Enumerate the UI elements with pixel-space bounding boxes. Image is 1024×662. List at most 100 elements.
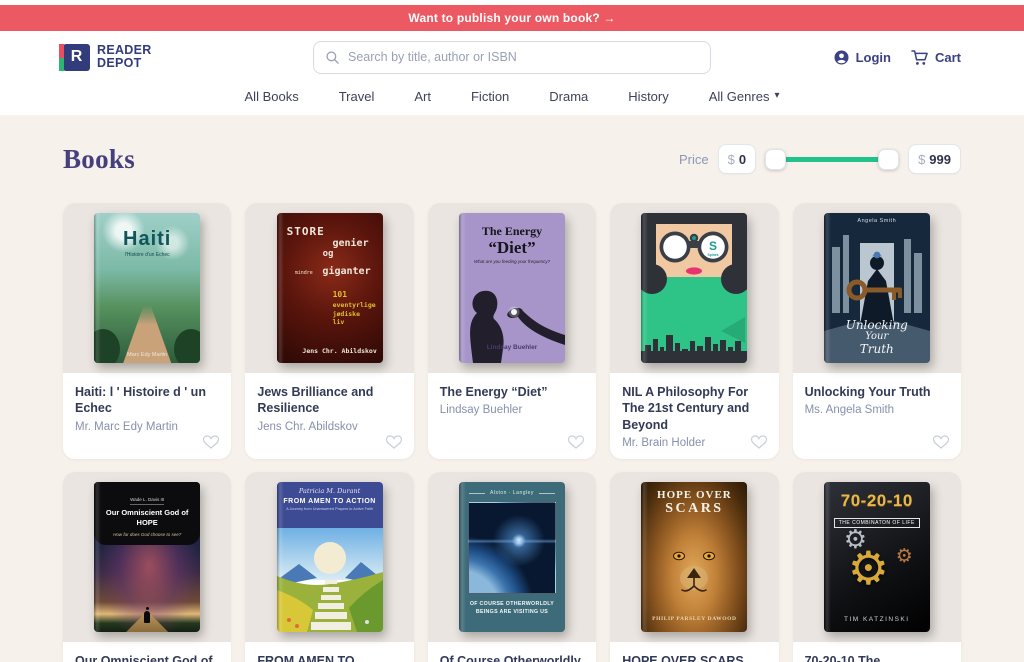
book-author: Mr. Brain Holder — [622, 437, 766, 449]
cover-title: “Diet” — [459, 239, 565, 256]
cover-author: TIM KATZINSKI — [824, 616, 930, 623]
cover-title: genier — [287, 238, 369, 249]
favorite-button[interactable] — [202, 434, 220, 450]
book-author: Jens Chr. Abildskov — [257, 421, 401, 433]
book-cover: Angela Smith Unlocking Your Truth — [824, 213, 930, 363]
nav-item-all-books[interactable]: All Books — [245, 89, 299, 104]
nav-item-drama[interactable]: Drama — [549, 89, 588, 104]
publish-banner-link[interactable]: Want to publish your own book? → — [408, 11, 615, 25]
price-max-input[interactable]: $999 — [908, 144, 961, 174]
favorite-button[interactable] — [567, 434, 585, 450]
cover-author: Wade L. Davis III — [130, 497, 164, 505]
cover-author: Jens Chr. Abildskov — [287, 347, 383, 355]
cover-author: Marc Edy Martin — [94, 352, 200, 358]
cover-subtitle: A Journey from Unanswered Prayers to Act… — [277, 507, 383, 511]
lion-face-art — [641, 526, 747, 612]
landscape-art — [277, 528, 383, 632]
nav-item-all-genres[interactable]: All Genres ▾ — [709, 89, 780, 104]
books-grid: Haiti l'Histoire d'un Echec Marc Edy Mar… — [63, 203, 961, 662]
heart-icon — [750, 434, 768, 450]
cart-button[interactable]: Cart — [911, 49, 961, 66]
book-media: S Spines — [610, 203, 778, 373]
book-title: FROM AMEN TO ACTION: A — [257, 653, 401, 662]
book-cover: The Energy “Diet” What are you feeding y… — [459, 213, 565, 363]
book-media: Angela Smith Unlocking Your Truth — [793, 203, 961, 373]
search-box[interactable] — [313, 41, 711, 74]
login-button[interactable]: Login — [833, 49, 891, 66]
book-cover: STORE genier og mindre giganter 101 even… — [277, 213, 383, 363]
cover-subtitle: What are you feeding your frequency? — [459, 259, 565, 264]
book-title: Our Omniscient God of HOPE — [75, 653, 219, 662]
favorite-button[interactable] — [385, 434, 403, 450]
heart-icon — [385, 434, 403, 450]
book-media: Patricia M. Durant FROM AMEN TO ACTION A… — [245, 472, 413, 642]
logo[interactable]: R READER DEPOT — [63, 44, 273, 71]
book-card[interactable]: 70-20-10 THE COMBINATON OF LIFE ⚙ ⚙ ⚙ TI… — [793, 472, 961, 662]
book-media: Haiti l'Histoire d'un Echec Marc Edy Mar… — [63, 203, 231, 373]
gear-icon: ⚙ — [896, 547, 913, 566]
book-card[interactable]: Angela Smith Unlocking Your Truth Unlock… — [793, 203, 961, 459]
price-slider[interactable] — [765, 149, 899, 170]
cover-title: mindre giganter — [287, 259, 371, 278]
slider-handle-min[interactable] — [765, 149, 786, 170]
book-media: HOPE OVER SCARS PHILIP PARSLEY DAWOOD — [610, 472, 778, 642]
cover-author: PHILIP PARSLEY DAWOOD — [641, 616, 747, 622]
favorite-button[interactable] — [750, 434, 768, 450]
book-cover: S Spines — [641, 213, 747, 363]
chevron-down-icon: ▾ — [774, 91, 779, 101]
binoculars-art: S Spines — [641, 213, 747, 363]
book-title: 70-20-10 The Combination — [805, 653, 949, 662]
heart-icon — [932, 434, 950, 450]
cover-author: Alston · Langley — [490, 490, 534, 496]
nav-item-history[interactable]: History — [628, 89, 668, 104]
nav-item-fiction[interactable]: Fiction — [471, 89, 509, 104]
space-art — [468, 502, 556, 594]
cover-title-band: Patricia M. Durant FROM AMEN TO ACTION A… — [277, 482, 383, 528]
book-card[interactable]: The Energy “Diet” What are you feeding y… — [428, 203, 596, 459]
svg-text:Spines: Spines — [708, 253, 719, 257]
price-label: Price — [679, 152, 709, 167]
price-min-input[interactable]: $0 — [718, 144, 756, 174]
page-title: Books — [63, 144, 135, 175]
book-cover: HOPE OVER SCARS PHILIP PARSLEY DAWOOD — [641, 482, 747, 632]
cover-title: Our Omniscient God of HOPE — [100, 508, 194, 528]
book-media: STORE genier og mindre giganter 101 even… — [245, 203, 413, 373]
book-card[interactable]: S Spines — [610, 203, 778, 459]
cover-subtitle: l'Histoire d'un Echec — [94, 252, 200, 258]
logo-mark-icon: R — [63, 44, 90, 71]
gears-art: ⚙ ⚙ ⚙ — [824, 529, 930, 601]
search-icon — [325, 50, 340, 65]
gear-icon: ⚙ — [848, 545, 889, 591]
cover-title: Unlocking Your Truth — [824, 319, 930, 356]
book-card[interactable]: Haiti l'Histoire d'un Echec Marc Edy Mar… — [63, 203, 231, 459]
cover-subtitle: How far does God choose to see? — [100, 532, 194, 537]
cover-author: Patricia M. Durant — [277, 487, 383, 495]
book-title: Jews Brilliance and Resilience — [257, 384, 401, 417]
cover-art — [144, 611, 150, 623]
cover-title: OF COURSE OTHERWORLDLY BEINGS ARE VISITI… — [459, 601, 565, 617]
cover-author-row: Alston · Langley — [459, 490, 565, 496]
book-author: Mr. Marc Edy Martin — [75, 421, 219, 433]
book-cover: Wade L. Davis III Our Omniscient God of … — [94, 482, 200, 632]
book-card[interactable]: STORE genier og mindre giganter 101 even… — [245, 203, 413, 459]
slider-track[interactable] — [774, 157, 890, 162]
cover-author: Lindsay Buehler — [459, 344, 565, 351]
book-card[interactable]: Alston · Langley OF COURSE OTHERWORLDLY … — [428, 472, 596, 662]
book-title: HOPE OVER SCARS — [622, 653, 766, 662]
cover-title: FROM AMEN TO ACTION — [277, 498, 383, 505]
cover-title: HOPE OVER — [641, 490, 747, 501]
slider-handle-max[interactable] — [878, 149, 899, 170]
nav-item-travel[interactable]: Travel — [339, 89, 375, 104]
favorite-button[interactable] — [932, 434, 950, 450]
book-card[interactable]: HOPE OVER SCARS PHILIP PARSLEY DAWOOD — [610, 472, 778, 662]
cover-title: og — [323, 249, 373, 259]
header: R READER DEPOT — [0, 31, 1024, 115]
person-icon — [833, 49, 850, 66]
book-author: Ms. Angela Smith — [805, 404, 949, 416]
nav-item-art[interactable]: Art — [414, 89, 431, 104]
book-title: The Energy “Diet” — [440, 384, 584, 400]
book-card[interactable]: Patricia M. Durant FROM AMEN TO ACTION A… — [245, 472, 413, 662]
book-card[interactable]: Wade L. Davis III Our Omniscient God of … — [63, 472, 231, 662]
search-input[interactable] — [348, 50, 699, 64]
price-filter: Price $0 $999 — [679, 144, 961, 174]
